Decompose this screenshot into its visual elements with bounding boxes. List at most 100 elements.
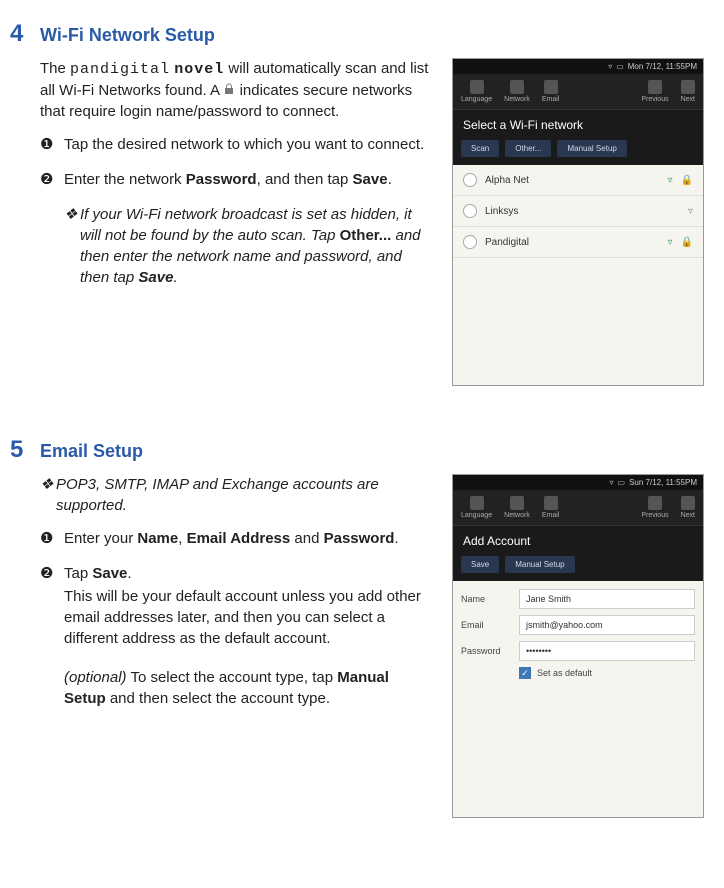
battery-icon: ▭ (616, 62, 624, 71)
form-row-email: Email jsmith@yahoo.com (461, 615, 695, 635)
nav-next[interactable]: Next (681, 80, 695, 103)
top-nav: Language Network Email Previous Next (453, 490, 703, 526)
top-nav: Language Network Email Previous Next (453, 74, 703, 110)
text: The (40, 60, 70, 77)
step-marker-2: ❷ (40, 169, 64, 190)
input-name[interactable]: Jane Smith (519, 589, 695, 609)
battery-icon: ▭ (618, 478, 626, 487)
wifi-item[interactable]: Pandigital ▿ 🔒 (453, 227, 703, 258)
intro-paragraph: The pandigital novel will automatically … (40, 58, 432, 122)
section-header: 4 Wi-Fi Network Setup (10, 20, 704, 48)
status-bar: ▿ ▭ Sun 7/12, 11:55PM (453, 475, 703, 490)
text-column: ❖ POP3, SMTP, IMAP and Exchange accounts… (10, 474, 432, 709)
signal-icon: ▿ (668, 237, 673, 248)
text: , and then tap (257, 171, 353, 188)
nav-network[interactable]: Network (504, 80, 530, 103)
wifi-icon: ▿ (608, 62, 612, 71)
label: Network (504, 512, 530, 519)
section-title: Wi-Fi Network Setup (40, 25, 215, 46)
step-marker-2: ❷ (40, 563, 64, 709)
lock-icon: 🔒 (681, 175, 693, 186)
label-email: Email (461, 620, 511, 630)
text: Enter the network (64, 171, 186, 188)
text: . (388, 171, 392, 188)
step2-body: This will be your default account unless… (64, 586, 432, 649)
wifi-name: Linksys (485, 206, 680, 217)
section-body: The pandigital novel will automatically … (10, 58, 704, 386)
globe-icon (470, 496, 484, 510)
tab-save[interactable]: Save (461, 556, 499, 573)
label: Network (504, 96, 530, 103)
text: Enter your (64, 530, 137, 547)
label: Language (461, 96, 492, 103)
chevron-right-icon (681, 496, 695, 510)
step-2: ❷ Tap Save. This will be your default ac… (40, 563, 432, 709)
form-row-password: Password •••••••• (461, 641, 695, 661)
wifi-name: Pandigital (485, 237, 660, 248)
wifi-item[interactable]: Linksys ▿ (453, 196, 703, 227)
tab-bar: Scan Other... Manual Setup (453, 140, 703, 165)
bold-password: Password (324, 530, 395, 547)
clock: Sun 7/12, 11:55PM (629, 478, 697, 487)
tab-manual-setup[interactable]: Manual Setup (505, 556, 574, 573)
nav-next[interactable]: Next (681, 496, 695, 519)
form-row-name: Name Jane Smith (461, 589, 695, 609)
panel-title: Select a Wi-Fi network (453, 110, 703, 140)
input-email[interactable]: jsmith@yahoo.com (519, 615, 695, 635)
label: Email (542, 512, 560, 519)
radio-icon (463, 204, 477, 218)
step-text: Enter your Name, Email Address and Passw… (64, 528, 399, 549)
label-password: Password (461, 646, 511, 656)
nav-email[interactable]: Email (542, 496, 560, 519)
nav-previous[interactable]: Previous (641, 80, 668, 103)
status-bar: ▿ ▭ Mon 7/12, 11:55PM (453, 59, 703, 74)
nav-previous[interactable]: Previous (641, 496, 668, 519)
wifi-item[interactable]: Alpha Net ▿ 🔒 (453, 165, 703, 196)
nav-left: Language Network Email (461, 80, 559, 103)
bold-save: Save (138, 269, 173, 286)
section-header: 5 Email Setup (10, 436, 704, 464)
step-marker-1: ❶ (40, 528, 64, 549)
signal-icon: ▿ (668, 175, 673, 186)
nav-right: Previous Next (641, 80, 695, 103)
input-password[interactable]: •••••••• (519, 641, 695, 661)
lock-icon (223, 82, 235, 99)
bold-name: Name (137, 530, 178, 547)
section-number: 4 (10, 20, 40, 48)
step-1: ❶ Tap the desired network to which you w… (40, 134, 432, 155)
nav-language[interactable]: Language (461, 80, 492, 103)
text: . (127, 565, 131, 582)
nav-email[interactable]: Email (542, 80, 560, 103)
nav-network[interactable]: Network (504, 496, 530, 519)
wifi-list: Alpha Net ▿ 🔒 Linksys ▿ Pandigital ▿ 🔒 (453, 165, 703, 385)
lock-icon: 🔒 (681, 237, 693, 248)
label: Next (681, 512, 695, 519)
tab-manual-setup[interactable]: Manual Setup (557, 140, 626, 157)
tab-scan[interactable]: Scan (461, 140, 499, 157)
network-icon (510, 496, 524, 510)
step-1: ❶ Enter your Name, Email Address and Pas… (40, 528, 432, 549)
step-marker-1: ❶ (40, 134, 64, 155)
bold-password: Password (186, 171, 257, 188)
radio-icon (463, 235, 477, 249)
set-default-row[interactable]: ✓ Set as default (519, 667, 695, 679)
panel-title: Add Account (453, 526, 703, 556)
text: and then select the account type. (106, 690, 330, 707)
wifi-name: Alpha Net (485, 175, 660, 186)
text: , (178, 530, 186, 547)
bold-save: Save (92, 565, 127, 582)
tab-other[interactable]: Other... (505, 140, 551, 157)
bold-other: Other... (340, 227, 392, 244)
nav-language[interactable]: Language (461, 496, 492, 519)
clock: Mon 7/12, 11:55PM (628, 62, 697, 71)
email-icon (544, 496, 558, 510)
label: Previous (641, 96, 668, 103)
text: To select the account type, tap (127, 669, 338, 686)
chevron-left-icon (648, 80, 662, 94)
label-name: Name (461, 594, 511, 604)
step-text: Tap the desired network to which you wan… (64, 134, 424, 155)
step-2: ❷ Enter the network Password, and then t… (40, 169, 432, 190)
note-text: If your Wi-Fi network broadcast is set a… (80, 204, 432, 288)
checkbox-icon: ✓ (519, 667, 531, 679)
section-email-setup: 5 Email Setup ❖ POP3, SMTP, IMAP and Exc… (10, 436, 704, 818)
